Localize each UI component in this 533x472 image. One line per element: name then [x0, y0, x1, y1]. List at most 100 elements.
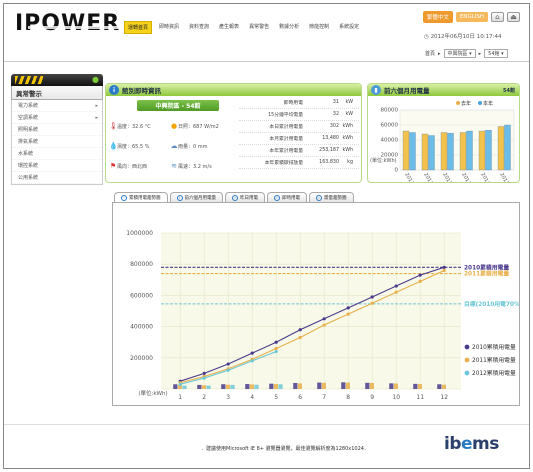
- x-tick: 12: [440, 394, 448, 401]
- x-tick: 2011/12: [403, 172, 419, 183]
- stat-row: 本日累計用電量 302 kWh: [239, 121, 359, 133]
- tab-label: 昨日用電: [240, 195, 258, 201]
- tab-label: 即時用電: [282, 195, 300, 201]
- stat-unit: kWh: [342, 136, 353, 141]
- crumb-home[interactable]: 首頁: [425, 50, 435, 57]
- sidebar-item-label: 環控系統: [18, 163, 39, 169]
- sidebar-item-label: 水系統: [18, 151, 34, 157]
- bar: [504, 124, 511, 171]
- tab-icon: ›: [274, 194, 280, 201]
- bar: [459, 132, 467, 171]
- nav-item-7[interactable]: 節能控制: [306, 21, 332, 34]
- stat-row: 即時用電 31 kW: [239, 97, 359, 109]
- bar: [447, 133, 454, 171]
- status-icon: ●: [92, 75, 99, 84]
- tab-icon: ›: [232, 194, 238, 201]
- lang-tc-button[interactable]: 繁體中文: [422, 11, 453, 23]
- tab-3[interactable]: › 昨日用電: [225, 192, 265, 202]
- sidebar-item[interactable]: 環控系統: [12, 160, 102, 172]
- lang-en-button[interactable]: ENGLISH: [455, 12, 488, 22]
- nav-item-6[interactable]: 數據分析: [276, 21, 302, 34]
- logout-icon[interactable]: ⏏: [507, 12, 520, 22]
- monthly-chart: 800006000040000200000去年 本年2011/12 2012/1 20…: [370, 100, 515, 183]
- bar: [297, 383, 302, 389]
- sidebar-item[interactable]: 電力系統 ▸: [12, 100, 102, 112]
- data-point: [322, 323, 326, 327]
- bar: [393, 383, 398, 389]
- x-tick: 11: [416, 394, 424, 401]
- stat-value: 31: [332, 100, 339, 105]
- sidebar-items: 電力系統 ▸ 空調系統 ▸ 照明系統 排氣系統水系統環控系統公用系統: [11, 100, 103, 185]
- stat-unit: kW: [345, 112, 353, 117]
- site-select[interactable]: 中興院區 ▾: [443, 49, 476, 58]
- tab-label: 前六個月用電量: [184, 195, 217, 201]
- bar: [345, 382, 350, 389]
- nav-item-3[interactable]: 資料查詢: [186, 21, 212, 34]
- tab-2[interactable]: › 前六個月用電量: [169, 192, 223, 202]
- stat-value: 253,187: [319, 148, 339, 153]
- data-point: [226, 368, 230, 372]
- y-tick: 400000: [130, 324, 153, 331]
- stat-label: 15分鐘平均需量: [268, 113, 303, 118]
- bar: [206, 385, 211, 389]
- tab-label: 累積用電趨勢圖: [129, 195, 161, 201]
- stat-value: 302: [329, 124, 339, 129]
- sidebar-item[interactable]: 排氣系統: [12, 136, 102, 148]
- sidebar-item[interactable]: 公用系統: [12, 172, 102, 184]
- data-point: [226, 362, 230, 366]
- bar: [254, 384, 259, 389]
- x-tick: 2012/4: [479, 172, 493, 183]
- y-tick: 40000: [381, 138, 399, 144]
- x-tick: 10: [392, 394, 400, 401]
- bar: [245, 384, 250, 389]
- nav-item-8[interactable]: 系統設定: [336, 21, 362, 34]
- y-tick: 0: [395, 168, 399, 174]
- stat-unit: kWh: [342, 124, 353, 129]
- x-tick: 1: [178, 394, 182, 401]
- nav-item-5[interactable]: 異常警告: [246, 21, 272, 34]
- data-point: [346, 306, 350, 310]
- data-point: [442, 268, 446, 273]
- stat-label: 本月累計用電量: [269, 137, 303, 142]
- x-tick: 7: [322, 394, 326, 401]
- bar: [441, 384, 446, 389]
- realtime-title: 館別即時資訊: [122, 87, 161, 95]
- bar: [173, 384, 178, 389]
- wind-dir-reading: ⚑風向：西北西: [109, 162, 148, 170]
- rain-reading: ☁雨量：0 mm: [170, 142, 208, 150]
- ipower-logo[interactable]: IPOWER: [13, 11, 125, 33]
- x-tick: 2012/5: [498, 172, 512, 183]
- stat-row: 15分鐘平均需量 32 kW: [239, 109, 359, 121]
- x-tick: 9: [370, 394, 374, 401]
- nav-item-4[interactable]: 產生報表: [216, 21, 242, 34]
- nav-item-2[interactable]: 即時資訊: [156, 21, 182, 34]
- bar: [182, 385, 187, 389]
- home-icon[interactable]: ⌂: [491, 12, 504, 22]
- x-tick: 8: [346, 394, 350, 401]
- y-tick: 200000: [130, 355, 153, 362]
- sidebar-item[interactable]: 水系統: [12, 148, 102, 160]
- tab-4[interactable]: › 即時用電: [267, 192, 307, 202]
- bar: [321, 382, 326, 389]
- tab-5[interactable]: › 需量趨勢圖: [309, 192, 354, 202]
- bar: [273, 384, 278, 389]
- nav-item-1[interactable]: 運轉首頁: [124, 21, 153, 34]
- sun-reading: ●日照：687 W/m2: [170, 122, 219, 130]
- y-axis-label: (單位:kWh): [138, 389, 167, 397]
- tab-1[interactable]: › 累積用電趨勢圖: [114, 192, 168, 202]
- y-tick: 600000: [130, 292, 153, 299]
- data-point: [370, 295, 374, 299]
- area-select[interactable]: 54館 ▾: [484, 49, 508, 58]
- sidebar-item[interactable]: 空調系統 ▸: [12, 112, 102, 124]
- legend-label: 去年: [461, 100, 471, 107]
- x-tick: 2: [202, 394, 206, 401]
- data-point: [418, 273, 422, 277]
- bar: [317, 382, 322, 389]
- sidebar-title: 異常警示: [11, 86, 103, 100]
- data-point: [418, 279, 422, 283]
- stat-row: 本年累積碳排放量 163,830 kg: [239, 157, 359, 169]
- x-tick: 2012/3: [460, 172, 474, 183]
- sidebar-item[interactable]: 照明系統: [12, 124, 102, 136]
- sidebar-item-label: 電力系統: [18, 103, 39, 109]
- data-point: [298, 335, 302, 340]
